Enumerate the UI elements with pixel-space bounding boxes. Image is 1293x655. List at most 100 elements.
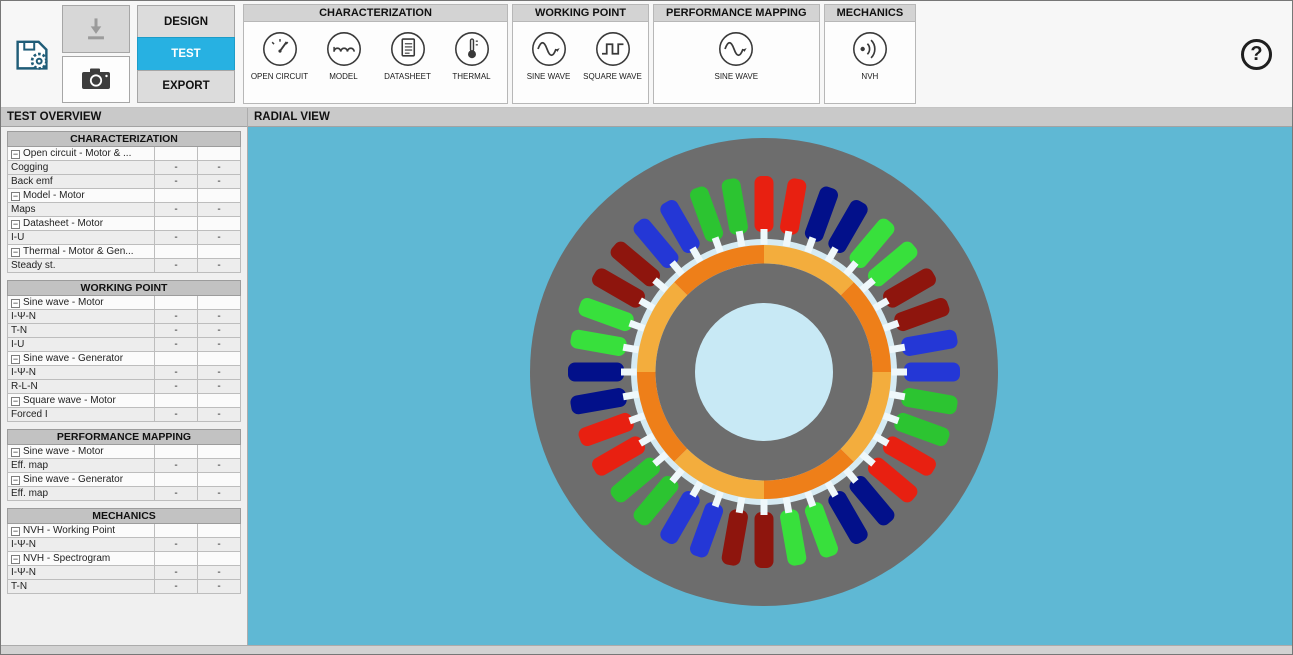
tree-group-sine-wave-motor[interactable]: −Sine wave - Motor: [8, 296, 241, 310]
ribbon-button-open-circuit[interactable]: OPEN CIRCUIT: [248, 26, 311, 81]
ribbon-button-label: OPEN CIRCUIT: [251, 72, 308, 81]
io-button-column: [62, 4, 130, 104]
test-row-label[interactable]: T-N: [8, 580, 155, 594]
test-row-label[interactable]: I-Ψ-N: [8, 310, 155, 324]
test-row-label[interactable]: Back emf: [8, 175, 155, 189]
ribbon-button-sine-wave[interactable]: SINE WAVE: [517, 26, 580, 81]
tree-group-label[interactable]: −Sine wave - Generator: [8, 473, 155, 487]
screenshot-button[interactable]: [62, 56, 130, 104]
tree-group-label[interactable]: −Sine wave - Motor: [8, 296, 155, 310]
test-row-label[interactable]: I-Ψ-N: [8, 566, 155, 580]
tree-group-label[interactable]: −Thermal - Motor & Gen...: [8, 245, 155, 259]
tree-group-label[interactable]: −Model - Motor: [8, 189, 155, 203]
value-cell: [155, 352, 198, 366]
test-row-i-n[interactable]: I-Ψ-N--: [8, 366, 241, 380]
save-settings-button[interactable]: [11, 33, 53, 75]
test-row-i-u[interactable]: I-U--: [8, 231, 241, 245]
collapse-toggle[interactable]: −: [11, 555, 20, 564]
test-row-label[interactable]: Eff. map: [8, 487, 155, 501]
collapse-toggle[interactable]: −: [11, 527, 20, 536]
test-row-label[interactable]: I-U: [8, 231, 155, 245]
thermal-icon: [449, 26, 495, 72]
test-row-label[interactable]: Forced I: [8, 408, 155, 422]
ribbon-button-nvh[interactable]: NVH: [838, 26, 901, 81]
help-button[interactable]: ?: [1241, 39, 1272, 70]
value-cell: -: [198, 366, 241, 380]
nvh-icon: [847, 26, 893, 72]
test-row-steady-st[interactable]: Steady st.--: [8, 259, 241, 273]
tree-group-label[interactable]: −Datasheet - Motor: [8, 217, 155, 231]
tree-group-square-wave-motor[interactable]: −Square wave - Motor: [8, 394, 241, 408]
tree-group-thermal-motor-gen[interactable]: −Thermal - Motor & Gen...: [8, 245, 241, 259]
ribbon-group-title: MECHANICS: [825, 5, 916, 22]
test-row-t-n[interactable]: T-N--: [8, 324, 241, 338]
tree-group-model-motor[interactable]: −Model - Motor: [8, 189, 241, 203]
value-cell: -: [155, 408, 198, 422]
ribbon-group-title: PERFORMANCE MAPPING: [654, 5, 819, 22]
collapse-toggle[interactable]: −: [11, 397, 20, 406]
tree-group-nvh-working-point[interactable]: −NVH - Working Point: [8, 524, 241, 538]
tab-test[interactable]: TEST: [137, 37, 235, 70]
collapse-toggle[interactable]: −: [11, 220, 20, 229]
tree-group-label[interactable]: −NVH - Spectrogram: [8, 552, 155, 566]
radial-view-canvas[interactable]: [248, 127, 1292, 645]
value-cell: -: [198, 338, 241, 352]
tree-group-label[interactable]: −Sine wave - Motor: [8, 445, 155, 459]
section-mechanics: MECHANICS−NVH - Working PointI-Ψ-N--−NVH…: [7, 508, 241, 594]
test-row-label[interactable]: R-L-N: [8, 380, 155, 394]
tree-group-label[interactable]: −Open circuit - Motor & ...: [8, 147, 155, 161]
tree-group-label[interactable]: −Square wave - Motor: [8, 394, 155, 408]
test-row-label[interactable]: T-N: [8, 324, 155, 338]
test-row-cogging[interactable]: Cogging--: [8, 161, 241, 175]
test-row-maps[interactable]: Maps--: [8, 203, 241, 217]
test-row-i-n[interactable]: I-Ψ-N--: [8, 310, 241, 324]
test-row-label[interactable]: Steady st.: [8, 259, 155, 273]
collapse-toggle[interactable]: −: [11, 448, 20, 457]
test-row-i-n[interactable]: I-Ψ-N--: [8, 566, 241, 580]
ribbon-button-sine-wave[interactable]: SINE WAVE: [705, 26, 768, 81]
quick-access-area: [5, 4, 59, 104]
test-row-label[interactable]: I-Ψ-N: [8, 538, 155, 552]
collapse-toggle[interactable]: −: [11, 150, 20, 159]
test-row-i-u[interactable]: I-U--: [8, 338, 241, 352]
import-button[interactable]: [62, 5, 130, 53]
open-circuit-icon: [257, 26, 303, 72]
section-title: MECHANICS: [8, 509, 241, 524]
test-row-eff-map[interactable]: Eff. map--: [8, 487, 241, 501]
tree-group-sine-wave-generator[interactable]: −Sine wave - Generator: [8, 352, 241, 366]
test-row-r-l-n[interactable]: R-L-N--: [8, 380, 241, 394]
test-row-label[interactable]: Maps: [8, 203, 155, 217]
tree-group-sine-wave-motor[interactable]: −Sine wave - Motor: [8, 445, 241, 459]
tree-group-label[interactable]: −NVH - Working Point: [8, 524, 155, 538]
value-cell: -: [198, 487, 241, 501]
tab-design[interactable]: DESIGN: [137, 5, 235, 38]
tree-group-datasheet-motor[interactable]: −Datasheet - Motor: [8, 217, 241, 231]
test-row-back-emf[interactable]: Back emf--: [8, 175, 241, 189]
test-row-eff-map[interactable]: Eff. map--: [8, 459, 241, 473]
test-overview-panel: TEST OVERVIEW CHARACTERIZATION−Open circ…: [1, 108, 248, 645]
collapse-toggle[interactable]: −: [11, 299, 20, 308]
tree-group-label[interactable]: −Sine wave - Generator: [8, 352, 155, 366]
test-row-label[interactable]: I-U: [8, 338, 155, 352]
tree-group-sine-wave-generator[interactable]: −Sine wave - Generator: [8, 473, 241, 487]
ribbon-button-model[interactable]: MODEL: [312, 26, 375, 81]
collapse-toggle[interactable]: −: [11, 248, 20, 257]
collapse-toggle[interactable]: −: [11, 476, 20, 485]
ribbon-button-datasheet[interactable]: DATASHEET: [376, 26, 439, 81]
ribbon-button-square-wave[interactable]: SQUARE WAVE: [581, 26, 644, 81]
test-row-i-n[interactable]: I-Ψ-N--: [8, 538, 241, 552]
test-row-label[interactable]: Cogging: [8, 161, 155, 175]
test-row-t-n[interactable]: T-N--: [8, 580, 241, 594]
value-cell: [198, 189, 241, 203]
tree-group-nvh-spectrogram[interactable]: −NVH - Spectrogram: [8, 552, 241, 566]
tab-export[interactable]: EXPORT: [137, 70, 235, 103]
value-cell: -: [155, 538, 198, 552]
tree-group-open-circuit-motor[interactable]: −Open circuit - Motor & ...: [8, 147, 241, 161]
ribbon-button-thermal[interactable]: THERMAL: [440, 26, 503, 81]
value-cell: -: [198, 408, 241, 422]
test-row-forced-i[interactable]: Forced I--: [8, 408, 241, 422]
test-row-label[interactable]: I-Ψ-N: [8, 366, 155, 380]
test-row-label[interactable]: Eff. map: [8, 459, 155, 473]
collapse-toggle[interactable]: −: [11, 192, 20, 201]
collapse-toggle[interactable]: −: [11, 355, 20, 364]
